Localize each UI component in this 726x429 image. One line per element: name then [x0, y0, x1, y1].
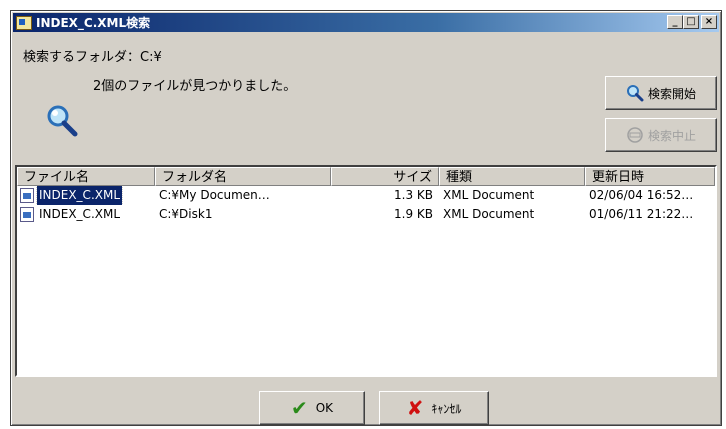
start-search-label: 検索開始 — [647, 86, 696, 101]
file-name-cell: INDEX_C.XML — [17, 205, 155, 224]
cancel-button[interactable]: ✘ ｷｬﾝｾﾙ — [379, 391, 489, 425]
size-cell: 1.9 KB — [394, 207, 433, 221]
stop-search-label: 検索中止 — [647, 128, 696, 143]
list-header: ファイル名 フォルダ名 サイズ 種類 更新日時 — [17, 167, 715, 186]
minimize-button[interactable]: _ — [667, 15, 683, 29]
stop-search-button[interactable]: 検索中止 — [605, 118, 717, 152]
file-name-cell: INDEX_C.XML — [17, 186, 155, 205]
modified-cell: 01/06/11 21:22… — [589, 207, 694, 221]
list-item[interactable]: INDEX_C.XML C:¥Disk1 1.9 KB XML Document… — [17, 205, 715, 224]
modified-cell: 02/06/04 16:52… — [589, 188, 694, 202]
xml-file-icon — [20, 207, 34, 222]
x-icon: ✘ — [406, 396, 424, 420]
column-header-filename[interactable]: ファイル名 — [17, 167, 155, 186]
stop-icon — [627, 127, 643, 143]
folder-cell: C:¥Disk1 — [159, 207, 213, 221]
close-button[interactable]: × — [701, 15, 717, 29]
check-icon: ✔ — [290, 396, 308, 420]
ok-button[interactable]: ✔ OK — [259, 391, 365, 425]
maximize-button[interactable]: □ — [683, 15, 699, 29]
results-list[interactable]: ファイル名 フォルダ名 サイズ 種類 更新日時 INDEX_C.XML C:¥M… — [15, 165, 717, 377]
type-cell: XML Document — [443, 207, 535, 221]
window-title: INDEX_C.XML検索 — [36, 16, 151, 30]
list-item[interactable]: INDEX_C.XML C:¥My Documen… 1.3 KB XML Do… — [17, 186, 715, 205]
search-folder-label: 検索するフォルダ：C:¥ — [23, 50, 162, 65]
title-bar[interactable]: INDEX_C.XML検索 _ □ × — [13, 13, 719, 32]
size-cell: 1.3 KB — [394, 188, 433, 202]
app-icon — [16, 15, 32, 30]
search-header: 検索するフォルダ：C:¥ 2個のファイルが見つかりました。 検索開始 検索中止 — [11, 32, 721, 162]
column-header-type[interactable]: 種類 — [439, 167, 585, 186]
search-dialog-window: INDEX_C.XML検索 _ □ × 検索するフォルダ：C:¥ 2個のファイル… — [10, 10, 722, 426]
file-name: INDEX_C.XML — [39, 207, 121, 221]
xml-file-icon — [20, 188, 34, 203]
magnifier-icon — [47, 105, 78, 137]
start-search-button[interactable]: 検索開始 — [605, 76, 717, 110]
ok-label: OK — [315, 401, 334, 415]
column-header-modified[interactable]: 更新日時 — [585, 167, 715, 186]
type-cell: XML Document — [443, 188, 535, 202]
search-icon — [626, 85, 644, 102]
file-name: INDEX_C.XML — [35, 186, 124, 205]
title-bar-controls: _ □ × — [667, 15, 717, 29]
column-header-folder[interactable]: フォルダ名 — [155, 167, 331, 186]
column-header-size[interactable]: サイズ — [331, 167, 439, 186]
cancel-label: ｷｬﾝｾﾙ — [431, 401, 462, 416]
result-count-label: 2個のファイルが見つかりました。 — [93, 79, 297, 94]
folder-cell: C:¥My Documen… — [159, 188, 270, 202]
